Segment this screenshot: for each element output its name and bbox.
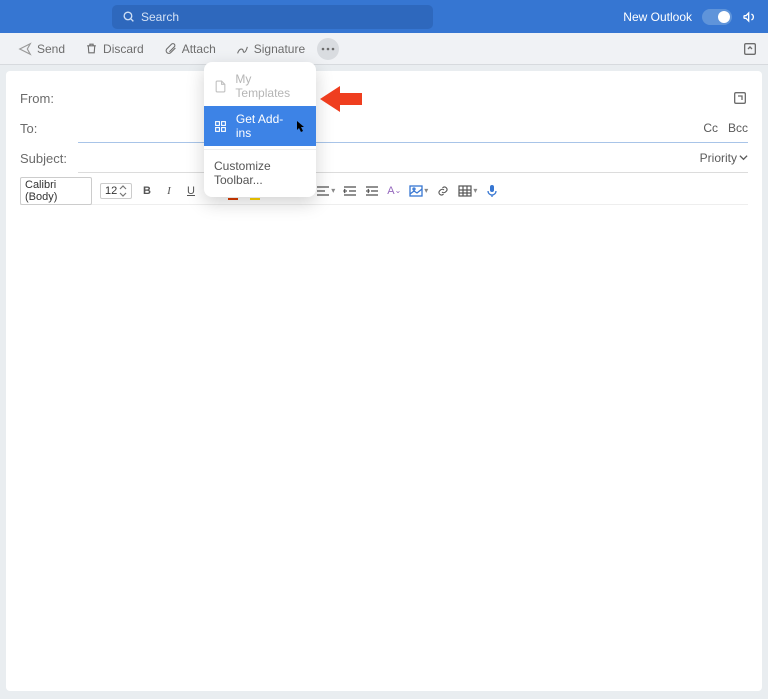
outdent-button[interactable] — [343, 183, 357, 199]
to-label: To: — [20, 121, 78, 136]
new-outlook-toggle[interactable] — [702, 9, 732, 25]
discard-label: Discard — [103, 42, 144, 56]
app-header: Search New Outlook — [0, 0, 768, 33]
toolbar-right — [742, 41, 758, 57]
signature-icon — [236, 42, 249, 55]
ellipsis-icon — [321, 47, 335, 51]
cc-button[interactable]: Cc — [703, 121, 718, 135]
table-button[interactable]: ▾ — [458, 183, 477, 199]
font-selector[interactable]: Calibri (Body) — [20, 177, 92, 205]
signature-label: Signature — [254, 42, 305, 56]
popout-icon[interactable] — [742, 41, 758, 57]
attach-button[interactable]: Attach — [156, 39, 224, 59]
header-right: New Outlook — [623, 9, 758, 25]
tutorial-arrow-icon — [320, 86, 362, 112]
to-row: To: Cc Bcc — [20, 113, 748, 143]
menu-customize-toolbar[interactable]: Customize Toolbar... — [204, 153, 316, 193]
subject-row: Subject: Priority — [20, 143, 748, 173]
menu-my-templates[interactable]: My Templates — [204, 66, 316, 106]
menu-separator — [204, 149, 316, 150]
send-label: Send — [37, 42, 65, 56]
menu-get-addins-label: Get Add-ins — [236, 112, 298, 140]
attach-label: Attach — [182, 42, 216, 56]
link-button[interactable] — [436, 183, 450, 199]
insert-picture-button[interactable]: ▾ — [409, 183, 428, 199]
send-icon — [18, 42, 32, 56]
compose-pane: From: To: Cc Bcc Subject: Priority Calib… — [6, 71, 762, 691]
underline-button[interactable]: U — [184, 183, 198, 199]
new-outlook-label: New Outlook — [623, 10, 692, 24]
menu-customize-label: Customize Toolbar... — [214, 159, 306, 187]
compose-toolbar: Send Discard Attach Signature — [0, 33, 768, 65]
addins-icon — [214, 120, 228, 133]
bold-button[interactable]: B — [140, 183, 154, 199]
priority-label: Priority — [700, 151, 737, 165]
clear-formatting-button[interactable]: A⌄ — [387, 183, 401, 199]
cursor-icon — [296, 120, 306, 132]
templates-icon — [214, 80, 227, 93]
to-input[interactable]: Cc Bcc — [78, 113, 748, 143]
subject-input[interactable]: Priority — [78, 143, 748, 173]
discard-button[interactable]: Discard — [77, 39, 152, 59]
from-label: From: — [20, 91, 78, 106]
megaphone-icon[interactable] — [742, 9, 758, 25]
more-dropdown: My Templates Get Add-ins Customize Toolb… — [204, 62, 316, 197]
from-row: From: — [20, 83, 748, 113]
indent-button[interactable] — [365, 183, 379, 199]
signature-button[interactable]: Signature — [228, 39, 313, 59]
search-icon — [122, 10, 135, 23]
font-size-selector[interactable]: 12 — [100, 183, 132, 199]
dictate-button[interactable] — [485, 183, 499, 199]
search-input[interactable]: Search — [112, 5, 433, 29]
search-placeholder: Search — [141, 10, 179, 24]
italic-button[interactable]: I — [162, 183, 176, 199]
menu-my-templates-label: My Templates — [235, 72, 306, 100]
send-button[interactable]: Send — [10, 39, 73, 59]
menu-get-addins[interactable]: Get Add-ins — [204, 106, 316, 146]
trash-icon — [85, 42, 98, 55]
more-button[interactable] — [317, 38, 339, 60]
bcc-button[interactable]: Bcc — [728, 121, 748, 135]
paperclip-icon — [164, 42, 177, 55]
from-expand-icon[interactable] — [732, 90, 748, 106]
subject-label: Subject: — [20, 151, 78, 166]
priority-button[interactable]: Priority — [700, 151, 748, 165]
align-button[interactable]: ▾ — [316, 183, 335, 199]
format-toolbar: Calibri (Body) 12 B I U ab A▾ ✎▾ ▾ A⌄ ▾ — [20, 181, 748, 205]
